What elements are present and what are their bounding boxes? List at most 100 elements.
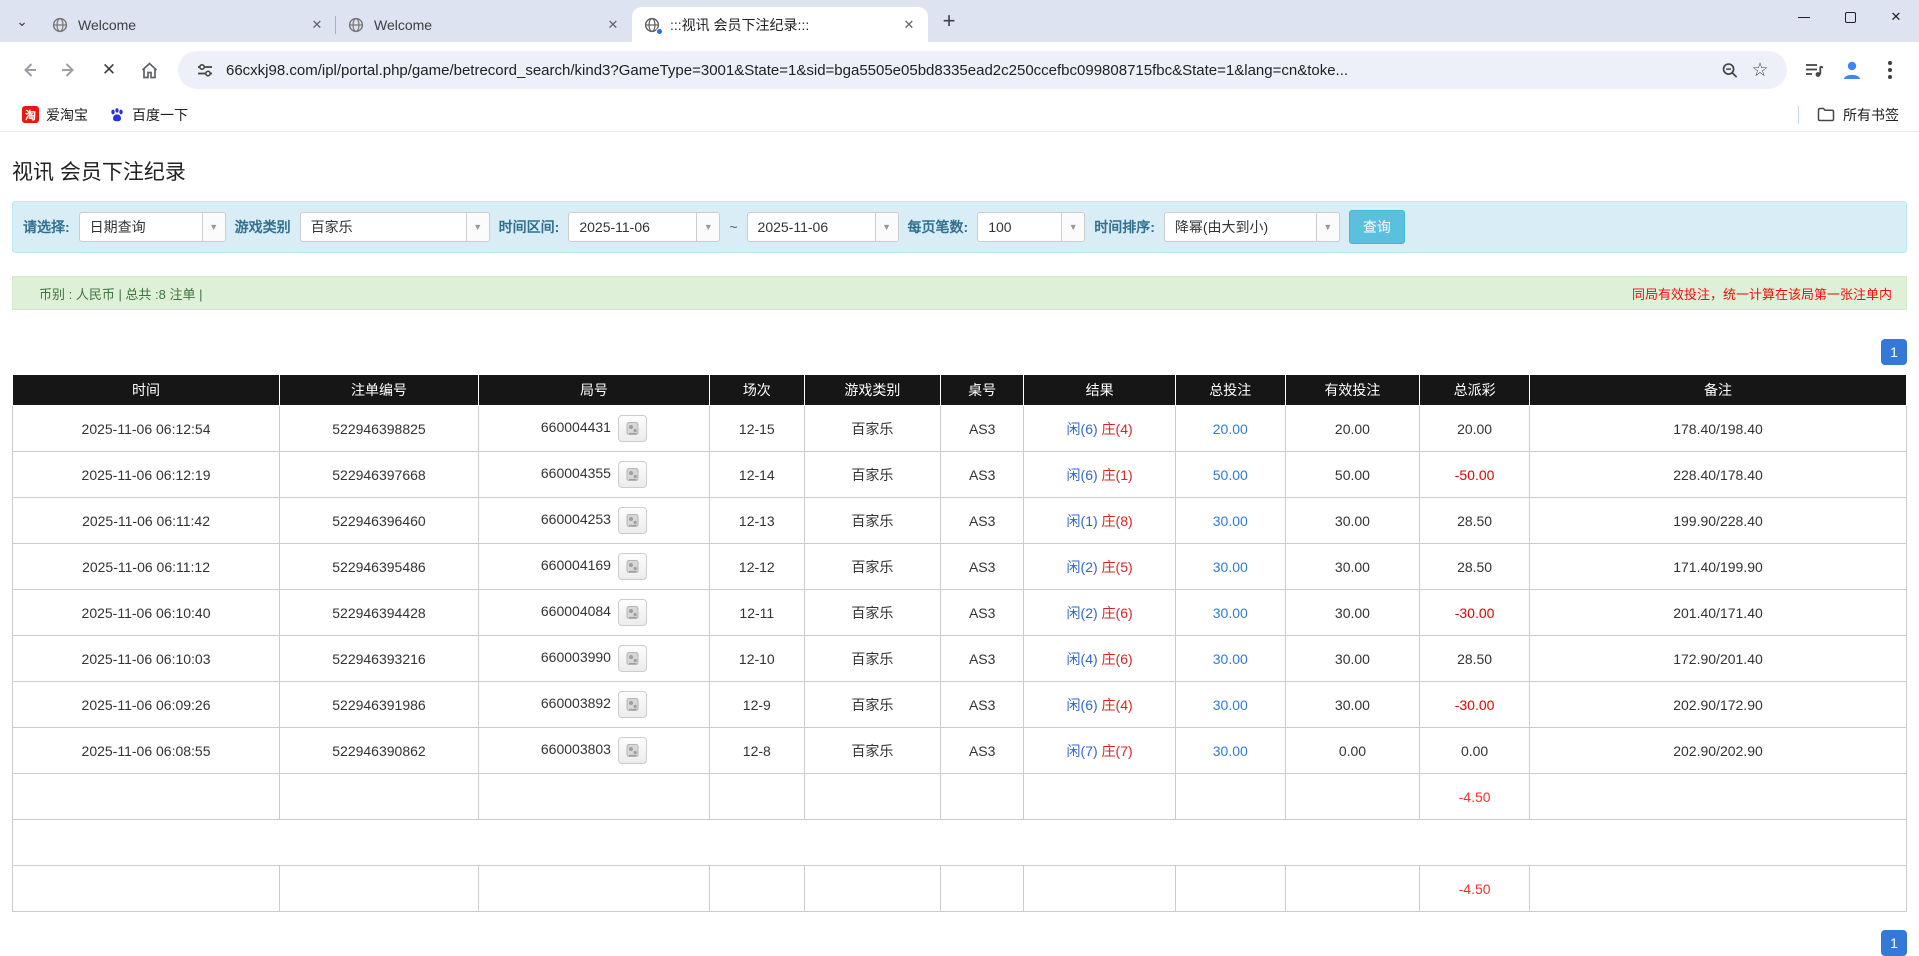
cell-valid-bet: 30.00 — [1285, 498, 1419, 544]
all-bookmarks-button[interactable]: 所有书签 — [1809, 101, 1907, 129]
cell-result: 闲(1) 庄(8) — [1024, 498, 1176, 544]
cell-total-bet: 50.00 — [1175, 452, 1285, 498]
tab-welcome-2[interactable]: Welcome ✕ — [336, 7, 632, 42]
column-header: 注单编号 — [280, 375, 479, 406]
close-icon: ✕ — [1891, 9, 1902, 25]
game-type-select[interactable]: 百家乐 ▼ — [300, 212, 490, 242]
tab-title: :::视讯 会员下注纪录::: — [670, 15, 900, 35]
page-title: 视讯 会员下注纪录 — [12, 156, 1907, 186]
media-controls-button[interactable] — [1795, 51, 1833, 89]
new-tab-button[interactable]: + — [934, 6, 964, 36]
cell-valid-bet: 30.00 — [1285, 682, 1419, 728]
total-bet-link[interactable]: 30.00 — [1213, 697, 1248, 713]
cell-total-bet: 30.00 — [1175, 544, 1285, 590]
film-icon — [625, 605, 640, 620]
date-range-tilde: ~ — [729, 219, 737, 235]
video-replay-button[interactable] — [618, 599, 647, 626]
cell-table-no: AS3 — [941, 406, 1024, 452]
tab-title: Welcome — [374, 17, 604, 33]
bookmark-star-icon[interactable]: ☆ — [1745, 55, 1775, 85]
film-icon — [625, 651, 640, 666]
cell-valid-bet: 30.00 — [1285, 636, 1419, 682]
tab-close-icon[interactable]: ✕ — [308, 16, 326, 34]
date-to-select[interactable]: 2025-11-06 ▼ — [747, 212, 899, 242]
globe-icon — [52, 17, 68, 33]
close-button[interactable]: ✕ — [1873, 0, 1919, 34]
address-bar[interactable]: 66cxkj98.com/ipl/portal.php/game/betreco… — [178, 51, 1787, 89]
cell-total-bet: 30.00 — [1175, 636, 1285, 682]
round-number: 660004169 — [541, 557, 611, 573]
video-replay-button[interactable] — [618, 737, 647, 764]
page-size-select[interactable]: 100 ▼ — [977, 212, 1085, 242]
back-button[interactable] — [10, 51, 48, 89]
cell-table-no: AS3 — [941, 636, 1024, 682]
total-bet-link[interactable]: 30.00 — [1213, 743, 1248, 759]
date-from-select[interactable]: 2025-11-06 ▼ — [568, 212, 720, 242]
cell-result: 闲(2) 庄(5) — [1024, 544, 1176, 590]
cell-result: 闲(6) 庄(4) — [1024, 682, 1176, 728]
sort-order-select[interactable]: 降幂(由大到小) ▼ — [1164, 212, 1340, 242]
query-type-select[interactable]: 日期查询 ▼ — [79, 212, 226, 242]
video-replay-button[interactable] — [618, 553, 647, 580]
subtotal-valid-bet: 220.00 — [1285, 774, 1419, 820]
result-player: 闲(6) — [1067, 421, 1098, 437]
column-header: 总投注 — [1175, 375, 1285, 406]
stop-button[interactable]: ✕ — [90, 51, 128, 89]
subtotal-count: 8 — [280, 774, 479, 820]
maximize-button[interactable] — [1827, 0, 1873, 34]
video-replay-button[interactable] — [618, 645, 647, 672]
video-replay-button[interactable] — [618, 461, 647, 488]
search-button[interactable]: 查询 — [1349, 210, 1405, 244]
cell-round: 660003803 — [478, 728, 709, 774]
media-playlist-icon — [1804, 60, 1824, 80]
video-replay-button[interactable] — [618, 691, 647, 718]
tab-welcome-1[interactable]: Welcome ✕ — [40, 7, 336, 42]
url-text[interactable]: 66cxkj98.com/ipl/portal.php/game/betreco… — [226, 62, 1715, 79]
page-1-button[interactable]: 1 — [1881, 339, 1907, 365]
table-row: 2025-11-06 06:10:40 522946394428 6600040… — [13, 590, 1907, 636]
profile-avatar[interactable] — [1833, 51, 1871, 89]
total-total-bet: 250.00 — [1175, 866, 1285, 912]
cell-round: 660003892 — [478, 682, 709, 728]
caret-down-icon: ▼ — [1316, 213, 1339, 241]
subtotal-payout: -4.50 — [1420, 774, 1530, 820]
total-row: 总计 8 250.00 220.00 -4.50 — [13, 866, 1907, 912]
tab-betrecord-active[interactable]: :::视讯 会员下注纪录::: ✕ — [632, 7, 928, 42]
table-row: 2025-11-06 06:11:12 522946395486 6600041… — [13, 544, 1907, 590]
cell-result: 闲(7) 庄(7) — [1024, 728, 1176, 774]
cell-time: 2025-11-06 06:12:54 — [13, 406, 280, 452]
zoom-icon[interactable] — [1715, 55, 1745, 85]
minimize-button[interactable] — [1781, 0, 1827, 34]
browser-menu-button[interactable] — [1871, 51, 1909, 89]
site-settings-icon[interactable] — [190, 55, 220, 85]
cell-round: 660004253 — [478, 498, 709, 544]
video-replay-button[interactable] — [618, 415, 647, 442]
total-bet-link[interactable]: 50.00 — [1213, 467, 1248, 483]
cell-table-no: AS3 — [941, 590, 1024, 636]
total-bet-link[interactable]: 30.00 — [1213, 605, 1248, 621]
page-1-button[interactable]: 1 — [1881, 930, 1907, 956]
home-button[interactable] — [130, 51, 168, 89]
round-number: 660003990 — [541, 649, 611, 665]
cell-table-no: AS3 — [941, 544, 1024, 590]
bookmark-aitaobao[interactable]: 淘 爱淘宝 — [12, 101, 98, 129]
video-replay-button[interactable] — [618, 507, 647, 534]
globe-icon — [348, 17, 364, 33]
tab-close-icon[interactable]: ✕ — [900, 16, 918, 34]
bookmark-baidu[interactable]: 百度一下 — [98, 101, 198, 129]
total-bet-link[interactable]: 30.00 — [1213, 651, 1248, 667]
forward-button[interactable] — [50, 51, 88, 89]
cell-bet-id: 522946397668 — [280, 452, 479, 498]
cell-payout: 28.50 — [1420, 636, 1530, 682]
cell-remark: 171.40/199.90 — [1530, 544, 1907, 590]
cell-total-bet: 20.00 — [1175, 406, 1285, 452]
cell-game-type: 百家乐 — [804, 728, 940, 774]
cell-session: 12-11 — [709, 590, 804, 636]
cell-table-no: AS3 — [941, 498, 1024, 544]
tab-search-button[interactable]: ⌄ — [8, 7, 36, 35]
total-bet-link[interactable]: 30.00 — [1213, 559, 1248, 575]
total-bet-link[interactable]: 30.00 — [1213, 513, 1248, 529]
tab-close-icon[interactable]: ✕ — [604, 16, 622, 34]
total-bet-link[interactable]: 20.00 — [1213, 421, 1248, 437]
cell-bet-id: 522946391986 — [280, 682, 479, 728]
